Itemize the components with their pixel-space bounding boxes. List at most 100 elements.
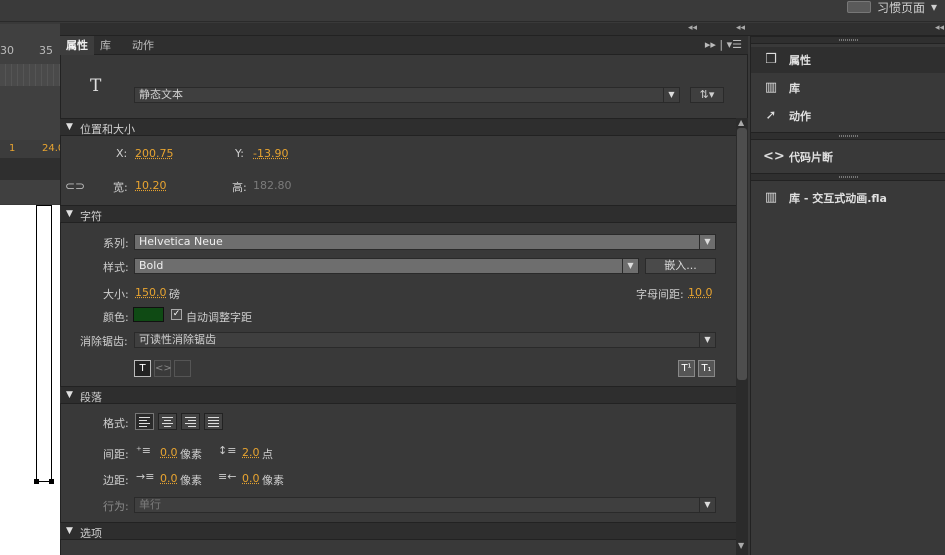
x-value[interactable]: 200.75	[135, 147, 174, 160]
line-spacing-icon: ↕≡	[218, 444, 237, 457]
code-snippets-icon: <>	[763, 149, 785, 164]
workspace-label: 习惯页面	[876, 0, 925, 15]
superscript-icon[interactable]: T¹	[678, 360, 695, 377]
spacing-label: 间距:	[103, 448, 129, 461]
x-label: X:	[116, 147, 128, 160]
scroll-down-icon[interactable]: ▼	[738, 541, 744, 550]
collapse-icon[interactable]: ◂◂	[688, 23, 697, 33]
library-icon: ▥	[764, 80, 778, 95]
align-center-icon[interactable]	[158, 413, 177, 430]
y-value[interactable]: -13.90	[253, 147, 288, 160]
family-label: 系列:	[103, 237, 129, 250]
color-swatch[interactable]	[133, 307, 164, 322]
text-direction-icon: ⇅▾	[699, 88, 715, 101]
y-label: Y:	[235, 147, 244, 160]
section-paragraph[interactable]: ▼ 段落	[60, 386, 736, 404]
auto-kern-label: 自动调整字距	[186, 311, 252, 324]
indent-value[interactable]: 0.0	[160, 446, 178, 459]
style-label: 样式:	[103, 261, 129, 274]
timeline-status: 1 24.0	[0, 140, 64, 158]
tab-properties[interactable]: 属性	[60, 36, 94, 55]
scroll-up-icon[interactable]: ▲	[738, 118, 744, 127]
font-style-select[interactable]: Bold ▼	[134, 258, 639, 274]
auto-kern-checkbox[interactable]: ✓	[171, 309, 182, 320]
behavior-value: 单行	[139, 498, 161, 511]
timeline-footer	[0, 158, 60, 180]
chevron-down-icon: ▾	[930, 0, 937, 14]
section-position[interactable]: ▼ 位置和大小	[60, 118, 736, 136]
sidebar-item-actions[interactable]: ➚ 动作	[751, 103, 945, 129]
left-margin-value[interactable]: 0.0	[160, 472, 178, 485]
size-label: 大小:	[103, 288, 129, 301]
dock-grip[interactable]	[751, 173, 945, 181]
text-field[interactable]	[36, 205, 52, 482]
width-label: 宽:	[113, 181, 128, 194]
left-margin-unit: 像素	[180, 474, 202, 487]
dock-grip[interactable]	[751, 132, 945, 140]
library-file-icon: ▥	[764, 190, 778, 205]
ruler-label: 30	[0, 44, 14, 57]
text-type-value: 静态文本	[139, 88, 183, 101]
embed-button[interactable]: 嵌入...	[645, 258, 716, 274]
sidebar-item-code-snippets[interactable]: <> 代码片断	[751, 144, 945, 170]
resize-handle[interactable]	[49, 479, 54, 484]
indent-icon: ⁺≡	[136, 444, 152, 457]
behavior-label: 行为:	[103, 500, 129, 513]
collapse-sidebar-icon[interactable]: ◂◂	[935, 23, 944, 33]
font-family-select[interactable]: Helvetica Neue ▼	[134, 234, 716, 250]
size-value[interactable]: 150.0	[135, 286, 167, 299]
link-icon[interactable]: ⊂⊃	[65, 179, 85, 193]
section-title: 字符	[80, 210, 102, 223]
anti-alias-value: 可读性消除锯齿	[139, 333, 216, 346]
chevron-down-icon: ▼	[699, 333, 715, 347]
right-margin-value[interactable]: 0.0	[242, 472, 260, 485]
section-character[interactable]: ▼ 字符	[60, 205, 736, 223]
scrollbar-thumb[interactable]	[737, 128, 747, 380]
chevron-down-icon: ▼	[699, 498, 715, 512]
sidebar-item-library-file[interactable]: ▥ 库 - 交互式动画.fla	[751, 185, 945, 211]
application-bar	[0, 0, 945, 22]
align-right-icon[interactable]	[181, 413, 200, 430]
text-type-select[interactable]: 静态文本 ▼	[134, 87, 680, 103]
properties-icon: ❒	[765, 52, 777, 67]
section-options[interactable]: ▼ 选项	[60, 522, 736, 540]
collapse-arrow-icon: ▼	[66, 122, 73, 132]
sidebar-item-label: 属性	[789, 54, 811, 67]
collapse-dock-icon[interactable]: ◂◂	[736, 23, 745, 33]
subscript-icon[interactable]: T₁	[698, 360, 715, 377]
workspace-switcher[interactable]: 习惯页面 ▾	[846, 0, 945, 15]
sidebar-item-properties[interactable]: ❒ 属性	[751, 47, 945, 73]
panel-menu-icon[interactable]: ▸▸ | ▾☰	[705, 38, 742, 51]
align-justify-icon[interactable]	[204, 413, 223, 430]
selectable-icon[interactable]: T	[134, 360, 151, 377]
resize-handle[interactable]	[34, 479, 39, 484]
chevron-down-icon: ▼	[699, 235, 715, 249]
tab-actions[interactable]: 动作	[126, 36, 160, 55]
border-icon[interactable]	[174, 360, 191, 377]
timeline-frames[interactable]	[0, 64, 60, 86]
width-value[interactable]: 10.20	[135, 179, 167, 192]
letter-spacing-value[interactable]: 10.0	[688, 286, 713, 299]
tab-library[interactable]: 库	[94, 36, 117, 55]
text-direction-select[interactable]: ⇅▾	[690, 87, 724, 103]
letter-spacing-label: 字母间距:	[636, 288, 684, 301]
anti-alias-select[interactable]: 可读性消除锯齿 ▼	[134, 332, 716, 348]
current-frame: 1	[9, 143, 16, 154]
align-left-icon[interactable]	[135, 413, 154, 430]
left-margin-icon: →≡	[136, 470, 155, 483]
collapse-arrow-icon: ▼	[66, 390, 73, 400]
render-html-icon[interactable]: <>	[154, 360, 172, 377]
actions-icon: ➚	[765, 108, 777, 123]
height-label: 高:	[232, 181, 247, 194]
format-label: 格式:	[103, 417, 129, 430]
sidebar-item-label: 库 - 交互式动画.fla	[789, 192, 887, 205]
height-value: 182.80	[253, 179, 292, 192]
section-title: 位置和大小	[80, 123, 135, 136]
sidebar-item-library[interactable]: ▥ 库	[751, 75, 945, 101]
panel-dock-header: ◂◂ ◂◂ ◂◂	[60, 23, 945, 36]
line-spacing-value[interactable]: 2.0	[242, 446, 260, 459]
chevron-down-icon: ▼	[663, 88, 679, 102]
sidebar-item-label: 动作	[789, 110, 811, 123]
dock-grip[interactable]	[751, 36, 945, 44]
color-label: 颜色:	[103, 311, 129, 324]
